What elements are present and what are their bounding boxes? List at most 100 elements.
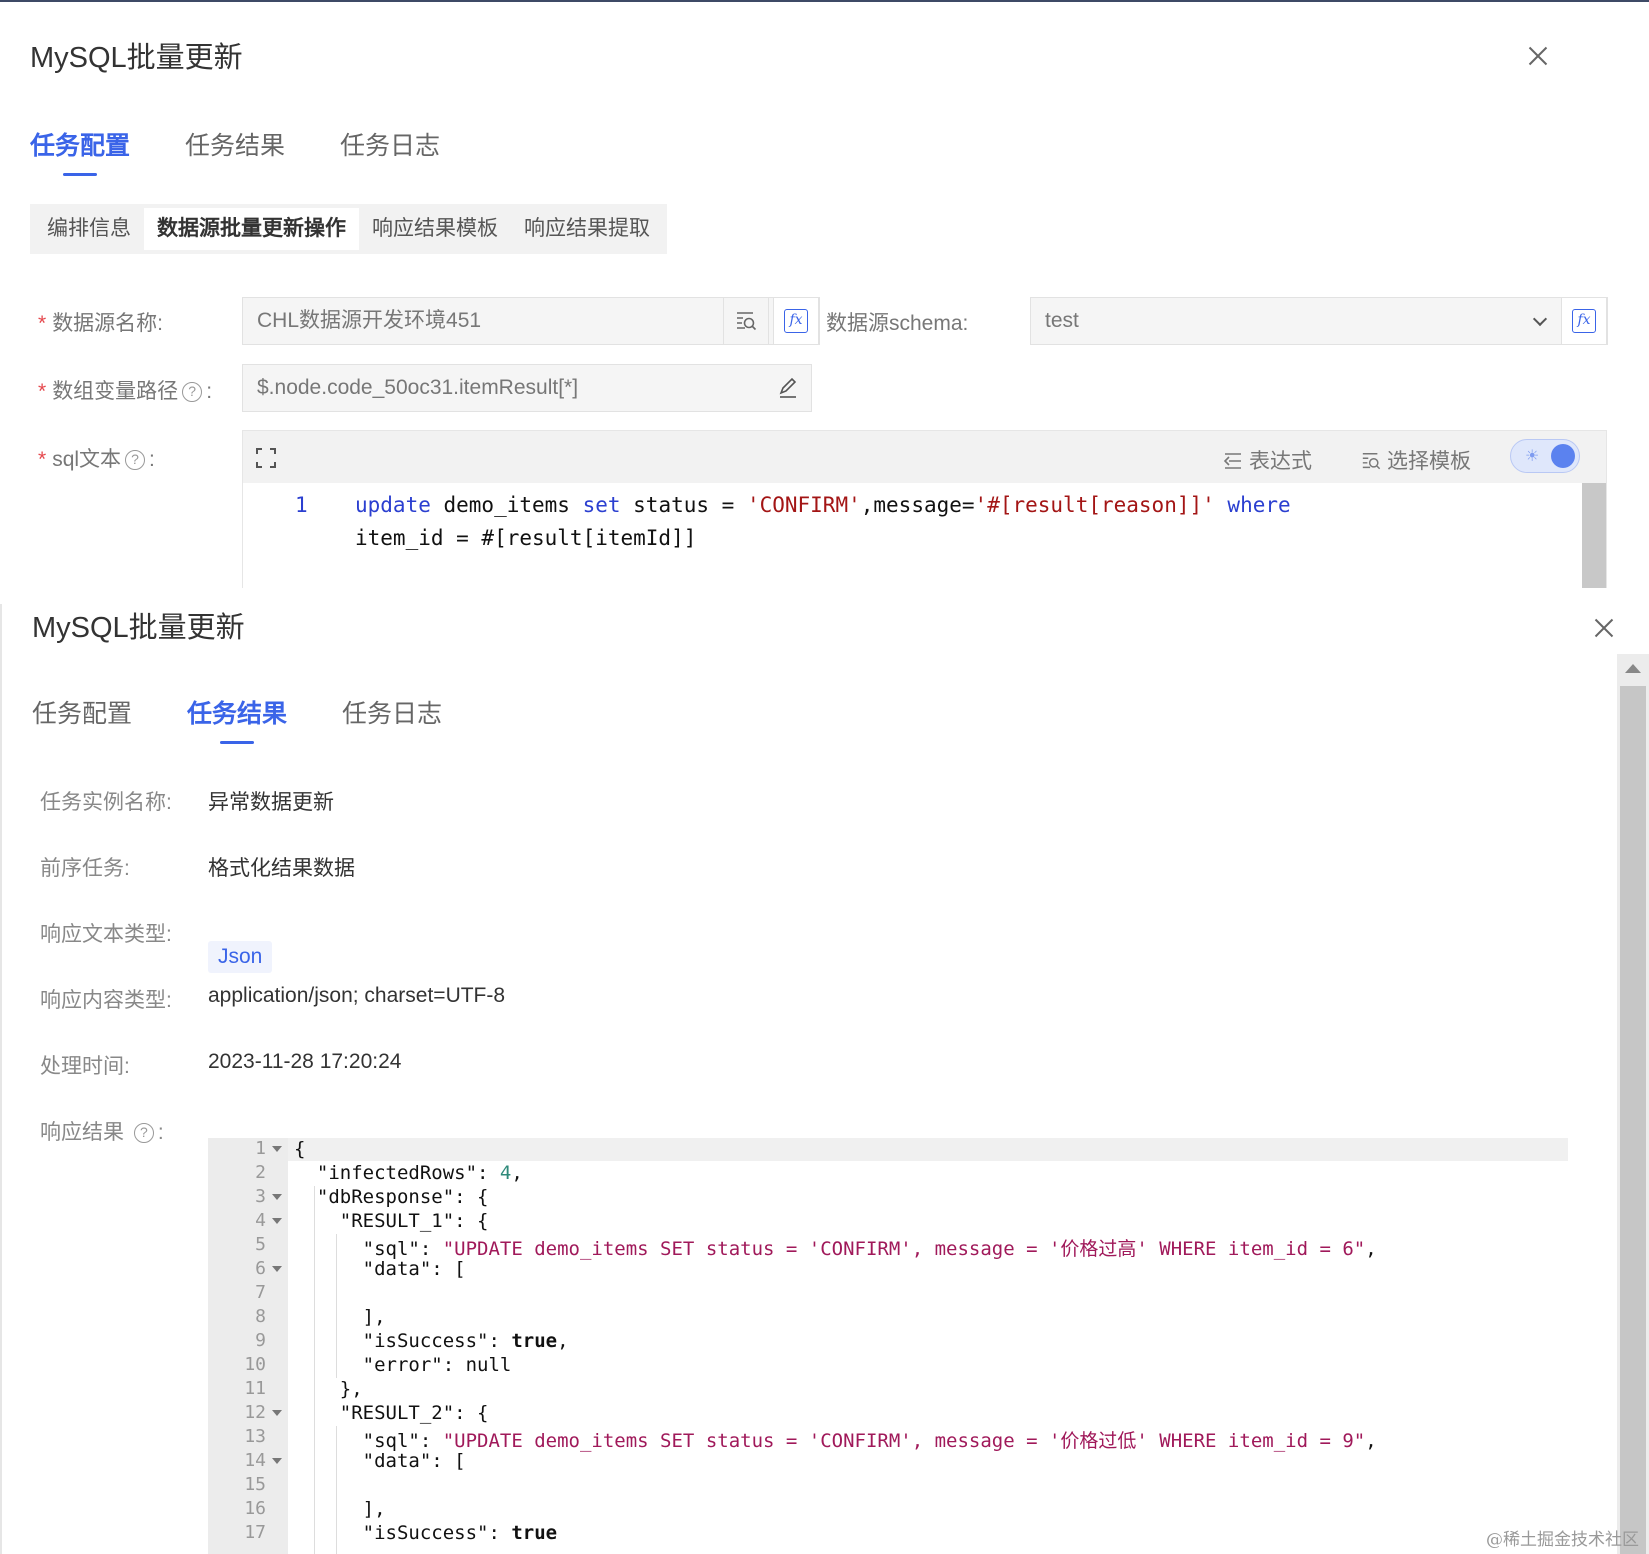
label-colon: :	[149, 448, 155, 471]
function-icon: fx	[784, 309, 808, 333]
json-line: "sql": "UPDATE demo_items SET status = '…	[294, 1238, 1377, 1260]
json-line: "isSuccess": true,	[294, 1330, 569, 1352]
json-line: "infectedRows": 4,	[294, 1162, 523, 1184]
scroll-up-icon[interactable]	[1625, 664, 1641, 673]
fold-arrow-icon[interactable]	[272, 1266, 282, 1272]
help-icon[interactable]: ?	[182, 382, 203, 402]
json-line: "dbResponse": {	[294, 1186, 489, 1208]
line-number: 7	[255, 1282, 266, 1303]
fold-arrow-icon[interactable]	[272, 1146, 282, 1152]
tab-task-config[interactable]: 任务配置	[30, 126, 130, 162]
search-datasource-button[interactable]	[723, 297, 769, 345]
theme-toggle[interactable]: ☀	[1510, 439, 1580, 473]
edit-icon[interactable]	[777, 377, 799, 399]
dialog-title: MySQL批量更新	[32, 612, 245, 644]
select-template-button[interactable]: 选择模板	[1361, 445, 1471, 475]
label-colon: :	[206, 380, 213, 403]
sql-text-label: * sql文本?:	[38, 443, 155, 473]
line-number: 1	[255, 1138, 266, 1159]
dialog-title: MySQL批量更新	[30, 42, 243, 74]
json-line: "data": [	[294, 1258, 466, 1280]
json-viewer[interactable]: 1 2 3 4 5 6 7 8 9 10 11 12 13 14 15 16 1…	[208, 1138, 1568, 1554]
response-text-type-badge: Json	[208, 941, 273, 973]
fold-arrow-icon[interactable]	[272, 1194, 282, 1200]
help-icon[interactable]: ?	[125, 450, 146, 470]
subtab-response-template[interactable]: 响应结果模板	[359, 208, 511, 250]
instance-name-label: 任务实例名称:	[40, 791, 172, 814]
json-line: ],	[294, 1498, 386, 1520]
array-path-value: $.node.code_50oc31.itemResult[*]	[257, 376, 579, 399]
sun-icon: ☀	[1525, 448, 1540, 465]
line-number: 13	[244, 1426, 266, 1447]
tab-task-log[interactable]: 任务日志	[342, 694, 442, 730]
required-mark: *	[38, 380, 47, 403]
required-mark: *	[38, 448, 47, 471]
tab-task-config[interactable]: 任务配置	[32, 694, 132, 730]
tab-task-log[interactable]: 任务日志	[340, 126, 440, 162]
sql-code-line: update demo_items set status = 'CONFIRM'…	[355, 493, 1291, 517]
array-path-field[interactable]: $.node.code_50oc31.itemResult[*]	[242, 364, 812, 412]
json-line: {	[294, 1138, 306, 1160]
line-gutter: 1 2 3 4 5 6 7 8 9 10 11 12 13 14 15 16 1…	[208, 1138, 288, 1554]
line-number: 5	[255, 1234, 266, 1255]
datasource-name-field[interactable]: CHL数据源开发环境451 fx	[242, 297, 820, 345]
editor-scrollbar[interactable]	[1582, 483, 1606, 588]
editor-toolbar: 表达式 选择模板 ☀	[243, 431, 1606, 483]
label-colon: :	[157, 1121, 164, 1144]
json-line: "sql": "UPDATE demo_items SET status = '…	[294, 1430, 1377, 1452]
scrollbar-thumb[interactable]	[1620, 686, 1646, 1554]
line-number: 14	[244, 1450, 266, 1471]
task-result-dialog: MySQL批量更新 任务配置 任务结果 任务日志 任务实例名称: 异常数据更新 …	[0, 604, 1649, 1554]
schema-function-button[interactable]: fx	[1561, 297, 1607, 345]
response-text-type-label: 响应文本类型:	[40, 923, 172, 946]
pre-task-value: 格式化结果数据	[208, 857, 355, 880]
help-icon[interactable]: ?	[133, 1123, 154, 1143]
json-line: },	[294, 1378, 363, 1400]
select-template-label: 选择模板	[1387, 450, 1471, 473]
line-number: 9	[255, 1330, 266, 1351]
response-result-label: 响应结果 ?:	[40, 1116, 164, 1146]
chevron-down-icon	[1532, 311, 1548, 327]
array-path-label-text: 数组变量路径	[52, 380, 179, 403]
fold-arrow-icon[interactable]	[272, 1410, 282, 1416]
datasource-function-button[interactable]: fx	[773, 297, 819, 345]
expression-button[interactable]: 表达式	[1223, 445, 1312, 475]
active-line-highlight	[288, 1138, 1568, 1161]
line-number: 4	[255, 1210, 266, 1231]
json-line: "isSuccess": true	[294, 1522, 558, 1544]
tab-task-result[interactable]: 任务结果	[185, 126, 285, 162]
response-result-label-text: 响应结果	[40, 1121, 124, 1144]
close-icon[interactable]	[1592, 616, 1616, 640]
json-line: "data": [	[294, 1450, 466, 1472]
fold-arrow-icon[interactable]	[272, 1458, 282, 1464]
datasource-name-value: CHL数据源开发环境451	[257, 309, 482, 332]
schema-label: 数据源schema:	[826, 312, 969, 335]
instance-name-value: 异常数据更新	[208, 791, 334, 814]
sql-editor[interactable]: 表达式 选择模板 ☀ 1 update demo_items set statu…	[242, 430, 1607, 588]
line-number: 3	[255, 1186, 266, 1207]
subtab-response-extract[interactable]: 响应结果提取	[511, 208, 663, 250]
fold-arrow-icon[interactable]	[272, 1218, 282, 1224]
schema-select[interactable]: test fx	[1030, 297, 1608, 345]
close-icon[interactable]	[1526, 44, 1550, 68]
main-tabs: 任务配置 任务结果 任务日志	[32, 694, 497, 730]
watermark: @稀土掘金技术社区	[1486, 1530, 1639, 1550]
sql-text-label-text: sql文本	[52, 448, 122, 471]
datasource-name-label: * 数据源名称:	[38, 307, 163, 337]
subtab-datasource-batch-update[interactable]: 数据源批量更新操作	[144, 208, 359, 250]
tab-task-result[interactable]: 任务结果	[187, 694, 287, 730]
expression-label: 表达式	[1249, 450, 1312, 473]
line-number: 16	[244, 1498, 266, 1519]
function-icon: fx	[1572, 309, 1596, 333]
pre-task-label: 前序任务:	[40, 857, 130, 880]
schema-value: test	[1045, 309, 1079, 332]
json-line: "error": null	[294, 1354, 512, 1376]
search-list-icon	[1362, 453, 1381, 470]
process-time-label: 处理时间:	[40, 1055, 130, 1078]
json-line: "RESULT_2": {	[294, 1402, 489, 1424]
subtab-orchestration-info[interactable]: 编排信息	[34, 208, 144, 250]
dialog-scrollbar[interactable]	[1617, 654, 1649, 1554]
array-path-label: * 数组变量路径?:	[38, 375, 212, 405]
fullscreen-icon[interactable]	[255, 447, 277, 469]
process-time-value: 2023-11-28 17:20:24	[208, 1050, 402, 1073]
